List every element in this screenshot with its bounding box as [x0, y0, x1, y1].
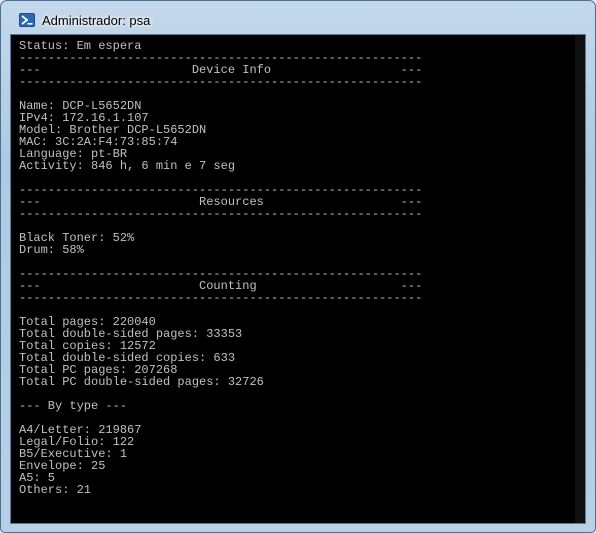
console-line: ----------------------------------------… — [19, 207, 423, 221]
window-title: Administrador: psa — [42, 12, 151, 28]
console-line: ----------------------------------------… — [19, 291, 423, 305]
console-line: Drum: 58% — [19, 243, 84, 257]
console-line: Total PC double-sided pages: 32726 — [19, 375, 264, 389]
title-bar[interactable]: Administrador: psa — [9, 7, 587, 33]
console-line: Envelope: 25 — [19, 459, 106, 473]
powershell-icon — [19, 13, 35, 27]
console-line: Activity: 846 h, 6 min e 7 seg — [19, 159, 236, 173]
scrollbar[interactable] — [575, 35, 585, 523]
console-line: ----------------------------------------… — [19, 75, 423, 89]
console-window: Administrador: psa Status: Em espera ----… — [0, 0, 596, 533]
console-output[interactable]: Status: Em espera -----------------------… — [10, 34, 586, 524]
console-lines: Status: Em espera -----------------------… — [19, 40, 422, 496]
console-line: --- By type --- — [19, 399, 128, 413]
console-line: Others: 21 — [19, 483, 92, 497]
